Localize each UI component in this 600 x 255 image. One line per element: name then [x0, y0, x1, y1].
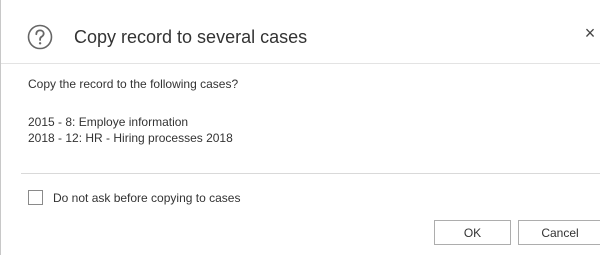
- do-not-ask-label[interactable]: Do not ask before copying to cases: [53, 190, 240, 206]
- cancel-button[interactable]: Cancel: [518, 220, 600, 245]
- case-list: 2015 - 8: Employe information 2018 - 12:…: [28, 114, 233, 146]
- dialog-header: Copy record to several cases ×: [1, 0, 600, 64]
- ok-button[interactable]: OK: [434, 220, 511, 245]
- case-item: 2015 - 8: Employe information: [28, 115, 189, 129]
- case-item: 2018 - 12: HR - Hiring processes 2018: [28, 131, 233, 145]
- close-icon[interactable]: ×: [581, 22, 599, 44]
- confirm-question: Copy the record to the following cases?: [28, 77, 239, 91]
- dialog-title: Copy record to several cases: [74, 27, 308, 47]
- do-not-ask-checkbox[interactable]: [28, 190, 43, 205]
- copy-record-dialog: Copy record to several cases × Copy the …: [0, 0, 600, 255]
- divider: [21, 173, 600, 174]
- help-circle-icon: [27, 24, 53, 50]
